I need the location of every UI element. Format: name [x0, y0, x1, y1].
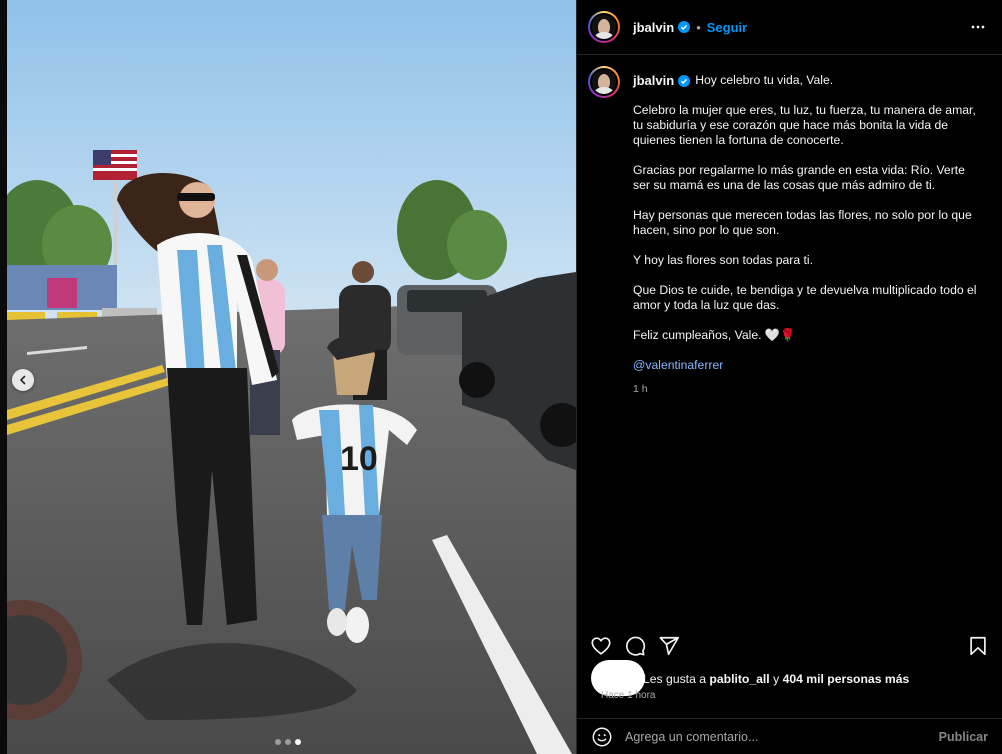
caption-paragraph: Y hoy las flores son todas para ti.	[633, 253, 813, 267]
avatar[interactable]	[588, 66, 620, 98]
caption-paragraph: Gracias por regalarme lo más grande en e…	[633, 163, 965, 192]
caption-paragraph: Que Dios te cuide, te bendiga y te devue…	[633, 283, 977, 312]
share-icon	[659, 636, 679, 656]
likes-text[interactable]: Les gusta a pablito_all y 404 mil person…	[643, 672, 909, 686]
verified-badge-icon	[678, 74, 691, 87]
caption-first-line: Hoy celebro tu vida, Vale.	[695, 73, 834, 87]
carousel-dot-active	[295, 739, 301, 745]
likes-count: 404 mil personas más	[782, 672, 910, 686]
likes-summary: Les gusta a pablito_all y 404 mil person…	[585, 660, 995, 701]
post-timestamp: Hace 1 hora	[601, 690, 656, 701]
post-photo[interactable]: 10	[0, 0, 576, 754]
carousel-dots	[275, 739, 301, 745]
comment-input[interactable]	[625, 729, 939, 744]
verified-badge-icon	[678, 21, 691, 33]
comment-bar: Publicar	[577, 718, 1002, 754]
caption: jbalvin Hoy celebro tu vida, Vale. Celeb…	[577, 55, 1002, 397]
header-username[interactable]: jbalvin	[633, 20, 674, 35]
follow-button[interactable]: Seguir	[707, 20, 747, 35]
post-image: 10	[7, 0, 576, 754]
action-bar	[577, 633, 1002, 659]
publish-button[interactable]: Publicar	[939, 730, 988, 744]
post-sidebar: jbalvin • Seguir jbalvin Hoy celebro tu …	[576, 0, 1002, 754]
caption-body: jbalvin Hoy celebro tu vida, Vale. Celeb…	[633, 66, 983, 397]
share-button[interactable]	[657, 634, 681, 658]
avatar[interactable]	[588, 11, 620, 43]
liker-username: pablito_all	[709, 672, 770, 686]
more-options-button[interactable]	[966, 15, 990, 39]
caption-paragraph: Hay personas que merecen todas las flore…	[633, 208, 972, 237]
emoji-icon[interactable]	[591, 726, 613, 748]
svg-text:10: 10	[340, 440, 378, 478]
carousel-prev-button[interactable]	[12, 369, 34, 391]
more-horizontal-icon	[971, 25, 985, 29]
caption-username[interactable]: jbalvin	[633, 73, 674, 88]
chevron-left-icon	[19, 375, 26, 385]
header-separator: •	[696, 19, 701, 35]
carousel-dot	[275, 739, 281, 745]
post-header: jbalvin • Seguir	[577, 0, 1002, 55]
save-button[interactable]	[966, 634, 990, 658]
mention-link[interactable]: @valentinaferrer	[633, 358, 723, 373]
bookmark-icon	[970, 636, 986, 656]
caption-paragraph: Celebro la mujer que eres, tu luz, tu fu…	[633, 103, 976, 147]
caption-timestamp: 1 h	[633, 383, 648, 395]
comment-button[interactable]	[623, 634, 647, 658]
like-button[interactable]	[589, 634, 613, 658]
carousel-dot	[285, 739, 291, 745]
caption-paragraph: Feliz cumpleaños, Vale. 🤍🌹	[633, 328, 796, 342]
comment-icon	[626, 636, 646, 656]
heart-icon	[591, 637, 611, 655]
